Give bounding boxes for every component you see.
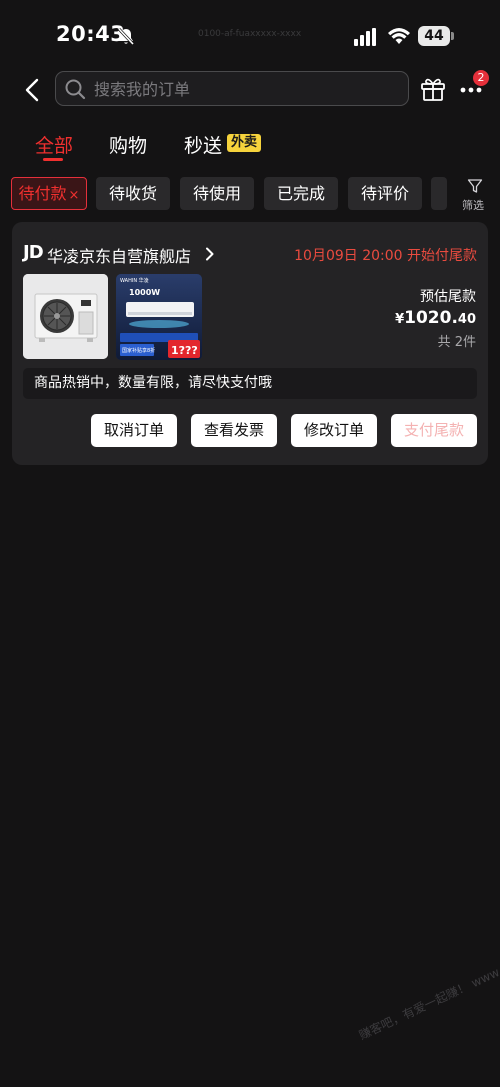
product-image-outdoor-unit[interactable] <box>23 274 108 359</box>
filter-button[interactable]: 筛选 <box>458 178 492 212</box>
cancel-order-button[interactable]: 取消订单 <box>91 414 177 447</box>
modify-order-button[interactable]: 修改订单 <box>291 414 377 447</box>
pay-balance-button[interactable]: 支付尾款 <box>391 414 477 447</box>
status-bar: 20:43 0100-af-fuaxxxxx-xxxx 44 <box>0 0 500 70</box>
order-notice: 商品热销中，数量有限，请尽快支付哦 <box>23 368 477 399</box>
product-price-tag: 1??? <box>171 344 198 357</box>
chip-close-icon[interactable]: × <box>69 188 80 203</box>
filter-chip-pending-payment[interactable]: 待付款 × <box>11 177 87 210</box>
price-label: 预估尾款 <box>420 289 476 305</box>
search-box[interactable] <box>55 71 409 107</box>
price-integer: 1020. <box>404 308 458 328</box>
product-headline-text: 1000W <box>129 288 160 297</box>
funnel-icon <box>467 179 483 193</box>
filter-chip-to-receive[interactable]: 待收货 <box>96 177 170 210</box>
tab-shopping[interactable]: 购物 <box>109 131 147 158</box>
battery-indicator: 44 <box>418 26 450 46</box>
product-brand-text: WAHIN 华凌 <box>120 277 149 284</box>
takeout-badge: 外卖 <box>227 134 262 152</box>
price-currency: ¥ <box>395 312 405 327</box>
product-image-indoor-unit[interactable]: WAHIN 华凌 1000W 国家补贴享8折 1??? <box>116 274 202 360</box>
order-card[interactable]: JD 华凌京东自营旗舰店 10月09日 20:00 开始付尾款 WAHIN 华凌… <box>12 222 488 465</box>
wifi-icon <box>388 28 410 44</box>
filter-label: 筛选 <box>462 199 484 212</box>
battery-nub <box>451 32 454 40</box>
jd-logo: JD <box>23 242 44 263</box>
filter-chip-to-use[interactable]: 待使用 <box>180 177 254 210</box>
chevron-right-icon <box>206 247 214 261</box>
filter-chip-label: 待付款 <box>18 184 67 203</box>
order-status: 10月09日 20:00 开始付尾款 <box>294 248 477 264</box>
estimated-balance-price: ¥1020.40 <box>395 308 476 328</box>
price-decimal: 40 <box>457 312 476 327</box>
search-input[interactable] <box>92 72 396 107</box>
bell-muted-icon <box>117 27 135 46</box>
filter-chip-overflow[interactable] <box>431 177 447 210</box>
search-icon <box>65 79 86 100</box>
status-time: 20:43 <box>56 22 126 46</box>
filter-chip-to-review[interactable]: 待评价 <box>348 177 422 210</box>
back-button[interactable] <box>18 74 48 106</box>
top-watermark: 0100-af-fuaxxxxx-xxxx <box>198 29 302 39</box>
cellular-signal-icon <box>354 28 376 46</box>
tab-flash-delivery[interactable]: 秒送 <box>184 131 222 158</box>
tab-all[interactable]: 全部 <box>35 131 73 158</box>
bottom-watermark: 赚客吧，有爱一起赚！ www.zuanke8.com <box>356 930 500 1043</box>
tab-active-underline <box>43 158 63 161</box>
filter-chip-completed[interactable]: 已完成 <box>264 177 338 210</box>
product-promo-text: 国家补贴享8折 <box>122 347 155 354</box>
store-name: 华凌京东自营旗舰店 <box>47 247 192 266</box>
notification-badge: 2 <box>473 70 489 86</box>
gift-icon[interactable] <box>420 76 446 102</box>
view-invoice-button[interactable]: 查看发票 <box>191 414 277 447</box>
item-count: 共 2件 <box>437 335 476 350</box>
